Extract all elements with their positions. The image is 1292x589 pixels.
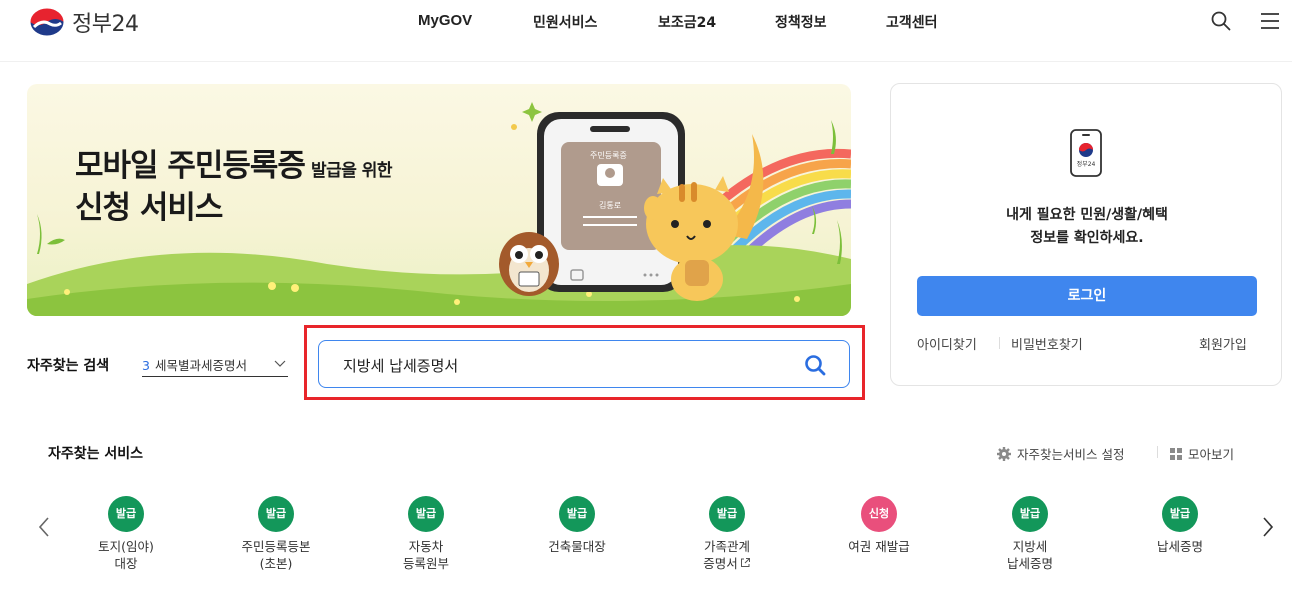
search-submit-icon[interactable] [803, 353, 827, 377]
divider [1157, 446, 1158, 458]
service-badge: 발급 [108, 496, 144, 532]
login-button[interactable]: 로그인 [917, 276, 1257, 316]
nav-mygov[interactable]: MyGOV [418, 12, 472, 29]
services-settings-label: 자주찾는서비스 설정 [1017, 447, 1125, 462]
service-item[interactable]: 발급납세증명 [1125, 496, 1235, 555]
login-panel: 정부24 내게 필요한 민원/생활/혜택 정보를 확인하세요. 로그인 아이디찾… [890, 83, 1282, 386]
service-label: 토지(임야) 대장 [71, 538, 181, 572]
service-label: 가족관계증명서 [672, 538, 782, 572]
divider [999, 337, 1000, 349]
service-label-line2-text: 대장 [114, 556, 138, 571]
service-label: 주민등록등본 (초본) [221, 538, 331, 572]
service-label-line1: 납세증명 [1156, 539, 1203, 554]
service-label-line1: 토지(임야) [98, 539, 154, 554]
search-input[interactable]: 지방세 납세증명서 [318, 340, 850, 388]
service-badge: 발급 [408, 496, 444, 532]
service-item[interactable]: 발급가족관계증명서 [672, 496, 782, 572]
services-view-all-label: 모아보기 [1188, 447, 1235, 462]
mobile-gov24-icon: 정부24 [1070, 129, 1102, 177]
site-header: 정부24 MyGOV 민원서비스 보조금24 정책정보 고객센터 [0, 0, 1292, 62]
service-badge: 발급 [709, 496, 745, 532]
chevron-left-icon[interactable] [36, 515, 52, 539]
nav-policy-info[interactable]: 정책정보 [775, 12, 827, 32]
banner-title-small: 발급을 위한 [310, 161, 393, 181]
service-item[interactable]: 신청여권 재발급 [824, 496, 934, 555]
service-label-line2-text: 등록원부 [402, 556, 449, 571]
service-badge: 발급 [258, 496, 294, 532]
nav-subsidy24[interactable]: 보조금24 [658, 12, 716, 32]
service-label-line2-text: 납세증명 [1006, 556, 1053, 571]
service-label-line2-text: (초본) [259, 556, 293, 571]
gear-icon [997, 446, 1011, 461]
login-message-line1: 내게 필요한 민원/생활/혜택 [1006, 207, 1168, 223]
card-title: 주민등록증 [590, 151, 627, 160]
service-label: 여권 재발급 [824, 538, 934, 555]
service-item[interactable]: 발급건축물대장 [522, 496, 632, 555]
hamburger-menu-icon[interactable] [1259, 11, 1281, 31]
banner-title-main: 모바일 주민등록증 [75, 148, 306, 184]
grid-icon [1170, 447, 1182, 460]
service-label: 자동차등록원부 [371, 538, 481, 572]
external-link-icon [740, 558, 750, 567]
chevron-down-icon [274, 360, 286, 367]
service-item[interactable]: 발급자동차등록원부 [371, 496, 481, 572]
banner-subtitle: 신청 서비스 [75, 190, 223, 226]
service-label-line1: 가족관계 [703, 539, 750, 554]
service-label-line1: 자동차 [408, 539, 444, 554]
search-icon[interactable] [1210, 10, 1232, 32]
service-item[interactable]: 발급주민등록등본 (초본) [221, 496, 331, 572]
main-navigation: MyGOV 민원서비스 보조금24 정책정보 고객센터 [0, 12, 1292, 32]
frequent-search-term: 세목별과세증명서 [154, 358, 247, 373]
signup-link[interactable]: 회원가입 [1199, 334, 1247, 353]
service-label-line1: 주민등록등본 [241, 539, 311, 554]
service-label-line2-text: 증명서 [703, 556, 738, 571]
service-label-line2: 등록원부 [371, 555, 481, 572]
services-view-all-link[interactable]: 모아보기 [1169, 444, 1234, 463]
services-settings-link[interactable]: 자주찾는서비스 설정 [996, 444, 1124, 463]
service-label: 지방세납세증명 [975, 538, 1085, 572]
find-password-link[interactable]: 비밀번호찾기 [1011, 334, 1083, 353]
banner-title: 모바일 주민등록증 발급을 위한 [75, 140, 393, 185]
frequent-search-dropdown[interactable]: 3 세목별과세증명서 [142, 355, 288, 377]
nav-civil-services[interactable]: 민원서비스 [533, 12, 597, 32]
service-label-line2: 증명서 [672, 555, 782, 572]
service-item[interactable]: 발급토지(임야) 대장 [71, 496, 181, 572]
nav-customer-center[interactable]: 고객센터 [886, 12, 938, 32]
chevron-right-icon[interactable] [1260, 515, 1276, 539]
find-id-link[interactable]: 아이디찾기 [917, 334, 977, 353]
service-badge: 발급 [559, 496, 595, 532]
service-label-line1: 여권 재발급 [848, 539, 910, 554]
search-input-value: 지방세 납세증명서 [343, 357, 459, 375]
service-badge: 발급 [1012, 496, 1048, 532]
frequent-services-title: 자주찾는 서비스 [48, 446, 144, 462]
service-label-line2: 납세증명 [975, 555, 1085, 572]
card-name: 김통로 [599, 201, 622, 210]
frequent-search-label: 자주찾는 검색 [27, 358, 110, 374]
promo-banner[interactable]: 주민등록증 김통로 모바일 주민등록증 발급을 위한 신청 서비스 [27, 84, 851, 316]
service-label-line1: 지방세 [1012, 539, 1048, 554]
login-message-line2: 정보를 확인하세요. [1030, 230, 1144, 246]
service-label-line2: 대장 [71, 555, 181, 572]
service-label: 납세증명 [1125, 538, 1235, 555]
login-icon-label: 정부24 [1077, 161, 1096, 168]
service-badge: 발급 [1162, 496, 1198, 532]
service-label-line1: 건축물대장 [548, 539, 606, 554]
service-badge: 신청 [861, 496, 897, 532]
service-label-line2: (초본) [221, 555, 331, 572]
service-label: 건축물대장 [522, 538, 632, 555]
frequent-search-rank: 3 [142, 358, 150, 373]
service-item[interactable]: 발급지방세납세증명 [975, 496, 1085, 572]
